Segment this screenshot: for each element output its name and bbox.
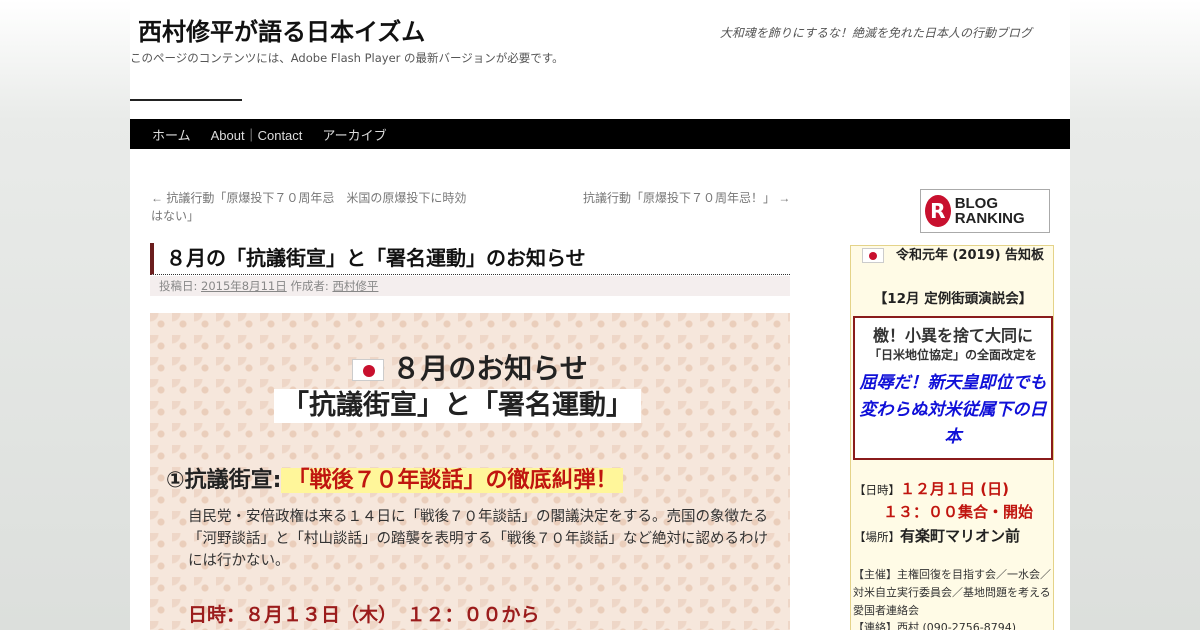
nav-item-about-contact[interactable]: About｜Contact xyxy=(201,125,313,144)
notice-board-title-text: 令和元年 (2019) 告知板 xyxy=(895,248,1045,263)
post-meta: 投稿日: 2015年8月11日 作成者: 西村修平 xyxy=(150,276,790,296)
event-date-row: 【日時】１２月１日 (日) xyxy=(854,478,1009,499)
meta-posted-label: 投稿日: xyxy=(159,279,202,293)
page-container: 西村修平が語る日本イズム 大和魂を飾りにするな！絶滅を免れた日本人の行動ブログ … xyxy=(130,0,1070,630)
poster-heading: ８月のお知らせ xyxy=(150,347,790,387)
event-contact: 【連絡】西村 (090-2756-8794) xyxy=(853,621,1017,630)
nav-item-archive[interactable]: アーカイブ xyxy=(312,125,396,144)
point1-highlight: 「戦後７０年談話」の徹底糾弾！ xyxy=(281,468,624,493)
ranking-logo-icon: R xyxy=(925,195,951,227)
date-value: １２月１日 (日) xyxy=(900,480,1009,498)
blog-ranking-badge[interactable]: R BLOG RANKING xyxy=(920,189,1050,233)
callout-slogan: 屈辱だ！新天皇即位でも変わらぬ対米従属下の日本 xyxy=(859,373,1047,447)
poster-subheading: 「抗議街宣」と「署名運動」 xyxy=(274,389,641,423)
post-date-link[interactable]: 2015年8月11日 xyxy=(201,279,287,293)
point1-label: ①抗議街宣: xyxy=(166,468,282,493)
japan-flag-icon xyxy=(352,359,385,381)
point1-date: 日時：８月１３日（木） １２：００から xyxy=(188,604,540,626)
event-place-row: 【場所】有楽町マリオン前 xyxy=(854,525,1020,546)
next-post-link[interactable]: 抗議行動「原爆投下７０周年忌！」 → xyxy=(583,189,790,207)
japan-flag-icon xyxy=(861,248,884,263)
meta-author-label: 作成者: xyxy=(286,279,333,293)
place-label: 【場所】 xyxy=(854,530,900,544)
flash-notice: このページのコンテンツには、Adobe Flash Player の最新バージョ… xyxy=(130,51,564,65)
previous-post-link[interactable]: ← 抗議行動「原爆投下７０周年忌 米国の原爆投下に時効はない」 xyxy=(151,189,471,225)
time-value: １３：００集合・開始 xyxy=(883,503,1034,521)
notice-board: 令和元年 (2019) 告知板 【12月 定例街頭演説会】 檄！小異を捨て大同に… xyxy=(850,245,1054,630)
callout-subline: 「日米地位協定」の全面改定を xyxy=(868,348,1037,362)
callout-headline: 檄！小異を捨て大同に xyxy=(872,326,1033,345)
point1-title: ①抗議街宣: 「戦後７０年談話」の徹底糾弾！ xyxy=(166,462,624,494)
ranking-badge-label: BLOG RANKING xyxy=(954,195,1025,227)
event-time-row: １３：００集合・開始 xyxy=(883,501,1033,522)
event-organizers: 【主催】主権回復を目指す会／一水会／対米自立実行委員会／基地問題を考える愛国者連… xyxy=(853,568,1051,617)
event-callout: 檄！小異を捨て大同に 「日米地位協定」の全面改定を 屈辱だ！新天皇即位でも変わら… xyxy=(853,316,1053,460)
date-label: 【日時】 xyxy=(854,483,900,497)
notice-board-title: 令和元年 (2019) 告知板 xyxy=(851,246,1055,274)
site-description: 大和魂を飾りにするな！絶滅を免れた日本人の行動ブログ xyxy=(719,26,1032,40)
event-title: 【12月 定例街頭演説会】 xyxy=(873,291,1033,307)
nav-item-home[interactable]: ホーム xyxy=(142,125,201,144)
site-title[interactable]: 西村修平が語る日本イズム xyxy=(138,12,425,47)
announcement-poster: ８月のお知らせ 「抗議街宣」と「署名運動」 ①抗議街宣: 「戦後７０年談話」の徹底… xyxy=(150,313,790,630)
post-title: ８月の「抗議街宣」と「署名運動」のお知らせ xyxy=(150,243,790,275)
place-value: 有楽町マリオン前 xyxy=(900,527,1021,545)
main-nav: ホーム About｜Contact アーカイブ xyxy=(130,119,1070,149)
point1-body: 自民党・安倍政権は来る１４日に「戦後７０年談話」の閣議決定をする。売国の象徴たる… xyxy=(188,509,768,569)
poster-heading-text: ８月のお知らせ xyxy=(392,352,588,385)
post-author-link[interactable]: 西村修平 xyxy=(332,279,378,293)
header-divider xyxy=(130,99,242,101)
